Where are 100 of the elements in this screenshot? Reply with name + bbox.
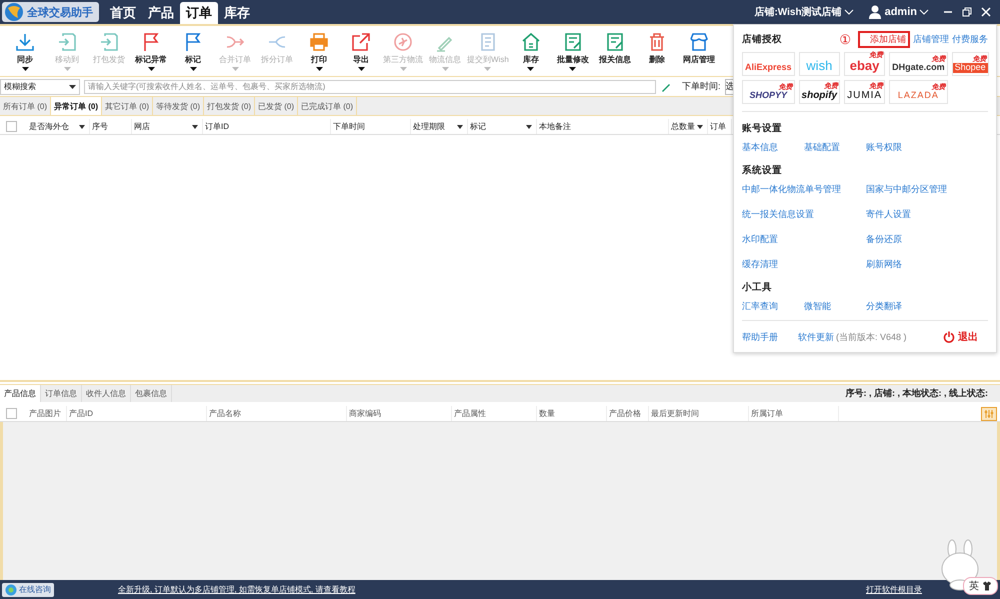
toolbar-button[interactable]: 网店管理 <box>678 26 720 76</box>
store-logo-button[interactable]: AliExpress <box>742 52 795 76</box>
online-consult-button[interactable]: 在线咨询 <box>2 582 54 596</box>
caret-icon <box>358 66 364 70</box>
menu-link[interactable]: 账号权限 <box>866 141 988 154</box>
menu-link[interactable]: 备份还原 <box>866 233 988 246</box>
globe-icon <box>4 2 24 22</box>
caret-icon <box>484 66 492 70</box>
flag-icon <box>141 32 161 52</box>
section-title: 系统设置 <box>742 164 783 177</box>
checkbox[interactable] <box>6 121 17 132</box>
menu-link[interactable]: 寄件人设置 <box>866 208 988 221</box>
menu-link[interactable]: 缓存清理 <box>742 258 866 271</box>
toolbar-button[interactable]: 导出 <box>340 26 382 76</box>
help-manual-link[interactable]: 帮助手册 <box>742 330 778 344</box>
column-header: 产品图片 <box>29 408 61 419</box>
column-header: 本地备注 <box>539 121 571 132</box>
toolbar-button[interactable]: 库存 <box>510 26 552 76</box>
menu-link[interactable]: 店铺管理 <box>913 33 949 46</box>
software-update-link[interactable]: 软件更新 <box>798 330 834 344</box>
move-icon <box>99 32 119 52</box>
caret-icon[interactable] <box>457 124 463 128</box>
column-header: 是否海外仓 <box>29 121 69 132</box>
toolbar-button[interactable]: 批量修改 <box>552 26 594 76</box>
chevron-icon <box>844 9 854 15</box>
date-label: 下单时间: <box>682 80 721 93</box>
order-tab[interactable]: 等待发货 (0) <box>153 97 204 115</box>
caret-icon[interactable] <box>192 124 198 128</box>
chat-icon <box>5 584 17 596</box>
menu-link[interactable]: 汇率查询 <box>742 300 804 313</box>
column-header: 产品属性 <box>454 408 486 419</box>
close-icon[interactable] <box>981 7 991 17</box>
caret-icon[interactable] <box>526 124 532 128</box>
menu-link[interactable]: 统一报关信息设置 <box>742 208 866 221</box>
detail-tab[interactable]: 产品信息 <box>0 385 41 402</box>
upgrade-notice-link[interactable]: 全新升级, 订单默认为多店铺管理, 如需恢复单店铺模式, 请查看教程 <box>118 584 356 595</box>
nav-tab[interactable]: 订单 <box>180 2 218 24</box>
order-tab[interactable]: 打包发货 (0) <box>204 97 255 115</box>
detail-tab[interactable]: 订单信息 <box>41 385 82 402</box>
house-icon <box>520 32 541 52</box>
app-logo[interactable]: 全球交易助手 <box>2 2 99 22</box>
column-header: 下单时间 <box>333 121 365 132</box>
order-tab[interactable]: 已发货 (0) <box>255 97 298 115</box>
version-text: (当前版本: V648 ) <box>836 330 907 344</box>
menu-link[interactable]: 添加店铺 <box>858 31 910 48</box>
open-directory-link[interactable]: 打开软件根目录 <box>866 584 922 595</box>
export-icon <box>351 32 371 52</box>
chevron-icon <box>919 9 929 15</box>
caret-icon <box>22 66 28 70</box>
menu-link[interactable]: 刷新网络 <box>866 258 988 271</box>
menu-link[interactable]: 基础配置 <box>804 141 866 154</box>
toolbar-button[interactable]: 标记 <box>172 26 214 76</box>
column-header: 所属订单 <box>751 408 783 419</box>
restore-icon[interactable] <box>962 7 972 17</box>
nav-tab[interactable]: 首页 <box>104 2 142 24</box>
sheet-icon <box>604 32 625 52</box>
logout-button[interactable]: 退出 <box>943 330 978 344</box>
column-header: 标记 <box>470 121 486 132</box>
nav-tab[interactable]: 库存 <box>218 2 256 24</box>
column-header: 订单ID <box>205 121 229 132</box>
column-header: 产品ID <box>69 408 93 419</box>
sheet-icon <box>562 32 583 52</box>
detail-tab[interactable]: 包裹信息 <box>131 385 172 402</box>
order-tab[interactable]: 其它订单 (0) <box>102 97 153 115</box>
menu-link[interactable]: 中邮一体化物流单号管理 <box>742 183 866 196</box>
user-menu[interactable]: admin <box>884 6 917 18</box>
detail-tab[interactable]: 收件人信息 <box>82 385 131 402</box>
menu-link[interactable]: 分类翻译 <box>866 300 988 313</box>
detail-status: 序号: , 店铺: , 本地状态: , 线上状态: <box>846 387 988 400</box>
toolbar-button[interactable]: 报关信息 <box>594 26 636 76</box>
store-label: 店铺: <box>754 5 778 19</box>
column-header: 网店 <box>134 121 150 132</box>
toolbar-button[interactable]: 打印 <box>298 26 340 76</box>
menu-link[interactable]: 付费服务 <box>952 33 988 46</box>
caret-icon[interactable] <box>79 124 85 128</box>
caret-icon[interactable] <box>697 124 703 128</box>
caret-icon <box>148 66 154 70</box>
toolbar-button[interactable]: 同步 <box>4 26 46 76</box>
caret-icon <box>569 66 576 70</box>
menu-link[interactable]: 国家与中邮分区管理 <box>866 183 988 196</box>
section-title: 店铺授权 <box>742 33 782 46</box>
toolbar-button[interactable]: 删除 <box>636 26 678 76</box>
search-field[interactable]: 请输入关键字(可搜索收件人姓名、运单号、包裹号、买家所选物流) <box>84 80 656 94</box>
checkbox[interactable] <box>6 408 17 419</box>
menu-link[interactable]: 水印配置 <box>742 233 866 246</box>
store-selector[interactable]: Wish测试店铺 <box>778 5 842 19</box>
column-header: 最后更新时间 <box>651 408 699 419</box>
column-header: 序号 <box>92 121 108 132</box>
nav-tab[interactable]: 产品 <box>142 2 180 24</box>
menu-link[interactable]: 基本信息 <box>742 141 804 154</box>
menu-link[interactable]: 微智能 <box>804 300 866 313</box>
order-tab[interactable]: 异常订单 (0) <box>51 97 102 115</box>
caret-icon <box>69 84 76 88</box>
search-mode-select[interactable]: 模糊搜索 <box>0 78 80 94</box>
caret-icon <box>190 66 196 70</box>
language-badge[interactable]: 英 <box>963 577 998 595</box>
column-header: 总数量 <box>671 121 695 132</box>
toolbar-button[interactable]: 标记异常 <box>130 26 172 76</box>
order-tab[interactable]: 已完成订单 (0) <box>298 97 357 115</box>
shirt-icon <box>982 581 992 591</box>
